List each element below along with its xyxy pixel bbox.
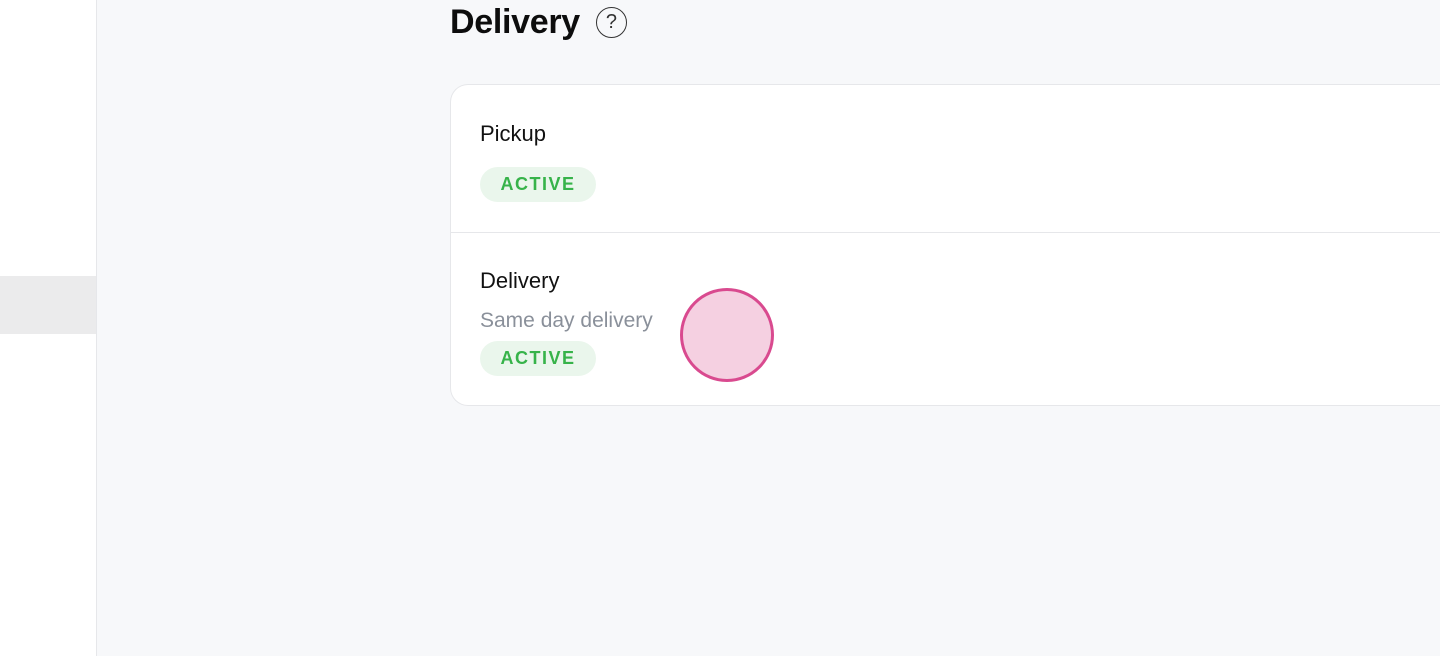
help-icon[interactable]: ? [595,6,627,38]
status-badge: ACTIVE [480,167,596,202]
status-badge: ACTIVE [480,341,596,376]
option-delivery[interactable]: Delivery Same day delivery ACTIVE [451,233,1440,407]
sidebar [0,0,97,656]
option-title: Delivery [480,268,560,293]
option-title: Pickup [480,121,547,146]
delivery-options-card: Pickup ACTIVE Delivery Same day delivery… [450,84,1440,406]
page-title: Delivery [450,2,580,41]
option-description: Same day delivery [480,309,653,332]
sidebar-item-active[interactable] [0,276,96,334]
touch-indicator [680,288,774,382]
option-pickup[interactable]: Pickup ACTIVE [451,85,1440,233]
header: Delivery ? [450,2,627,42]
